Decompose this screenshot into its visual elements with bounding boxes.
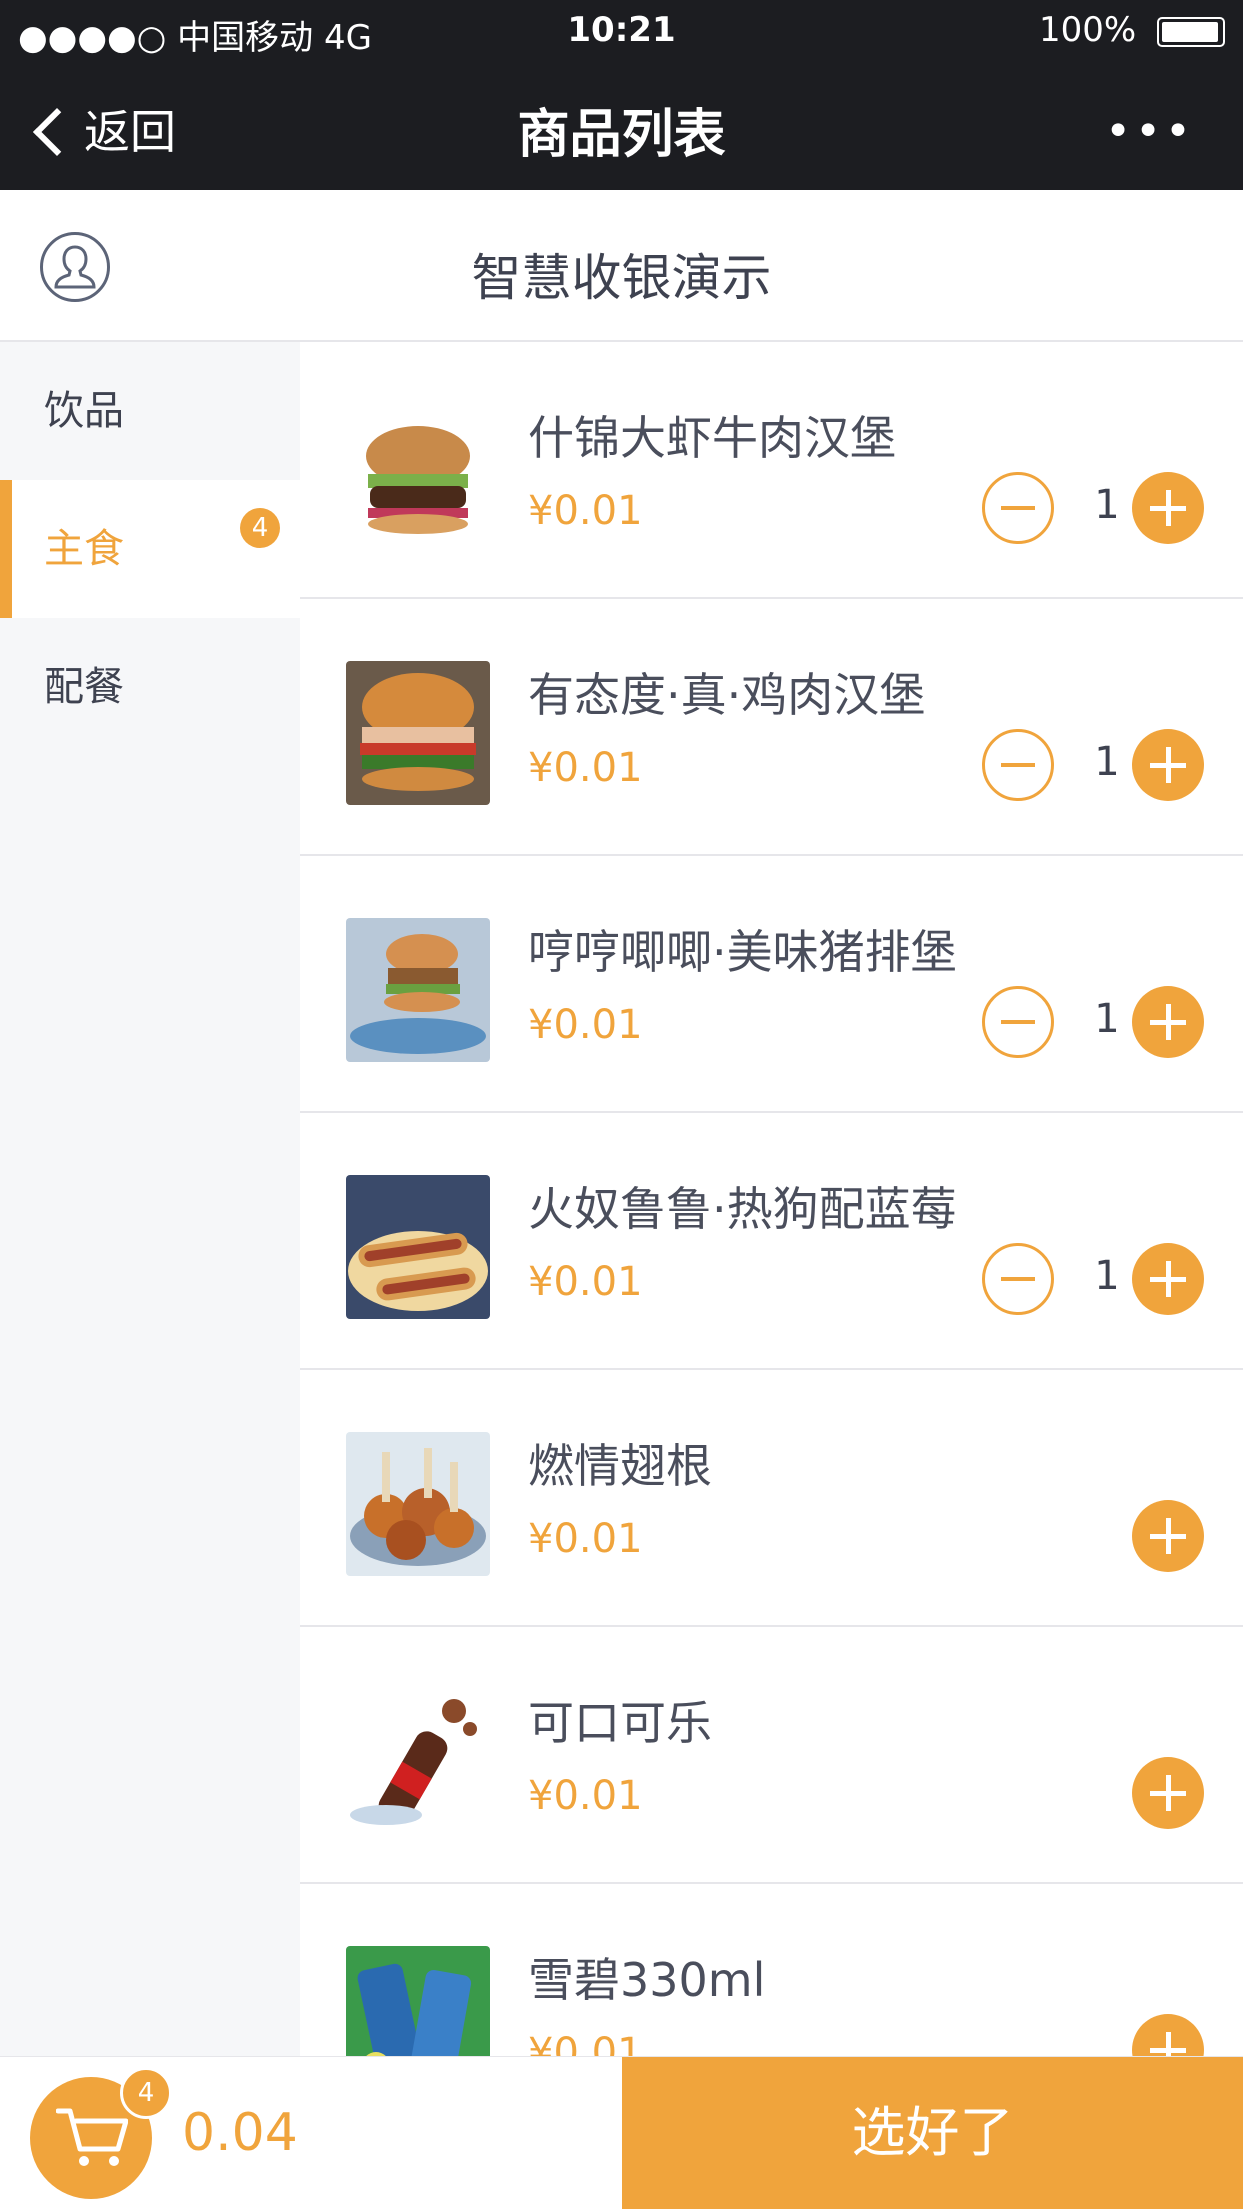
sidebar-item-drinks[interactable]: 饮品 — [0, 342, 300, 480]
list-item: 哼哼唧唧·美味猪排堡 ¥0.01 1 — [300, 856, 1243, 1113]
sidebar-item-main-food[interactable]: 主食 4 — [0, 480, 300, 618]
quantity-value: 1 — [1094, 1253, 1120, 1299]
plus-icon[interactable] — [1132, 2014, 1204, 2056]
minus-icon[interactable] — [982, 1243, 1054, 1315]
list-item: 什锦大虾牛肉汉堡 ¥0.01 1 — [300, 342, 1243, 599]
cart-count-badge: 4 — [120, 2067, 172, 2119]
plus-icon[interactable] — [1132, 472, 1204, 544]
minus-icon[interactable] — [982, 729, 1054, 801]
list-item: 燃情翅根 ¥0.01 — [300, 1370, 1243, 1627]
product-list: 什锦大虾牛肉汉堡 ¥0.01 1 有态度·真·鸡肉汉堡 ¥0.01 1 哼哼唧唧… — [300, 342, 1243, 2056]
product-name: 火奴鲁鲁·热狗配蓝莓 — [528, 1182, 957, 1236]
cart-icon — [56, 2108, 128, 2166]
plus-icon[interactable] — [1132, 1500, 1204, 1572]
product-image[interactable] — [346, 1432, 490, 1576]
list-item: 有态度·真·鸡肉汉堡 ¥0.01 1 — [300, 599, 1243, 856]
checkout-button[interactable]: 选好了 — [622, 2057, 1243, 2209]
product-image[interactable] — [346, 404, 490, 548]
product-name: 燃情翅根 — [528, 1439, 712, 1493]
cart-total: 0.04 — [182, 2103, 298, 2163]
quantity-value: 1 — [1094, 996, 1120, 1042]
category-sidebar: 饮品 主食 4 配餐 — [0, 342, 300, 2056]
plus-icon[interactable] — [1132, 986, 1204, 1058]
product-image[interactable] — [346, 1689, 490, 1833]
battery-percent: 100% — [1038, 10, 1137, 50]
plus-icon[interactable] — [1132, 1243, 1204, 1315]
page-title: 商品列表 — [517, 105, 726, 165]
chevron-left-icon — [32, 107, 82, 156]
plus-icon[interactable] — [1132, 1757, 1204, 1829]
more-button[interactable]: ••• — [1105, 106, 1195, 157]
cart-bar: 4 0.04 选好了 — [0, 2056, 1243, 2209]
back-label: 返回 — [84, 105, 176, 159]
product-price: ¥0.01 — [528, 745, 643, 791]
category-count-badge: 4 — [240, 508, 280, 548]
plus-icon[interactable] — [1132, 729, 1204, 801]
quantity-value: 1 — [1094, 482, 1120, 528]
product-image[interactable] — [346, 661, 490, 805]
minus-icon[interactable] — [982, 986, 1054, 1058]
sidebar-item-sides[interactable]: 配餐 — [0, 618, 300, 756]
list-item: 可口可乐 ¥0.01 — [300, 1627, 1243, 1884]
product-price: ¥0.01 — [528, 1259, 643, 1305]
product-name: 什锦大虾牛肉汉堡 — [528, 411, 896, 465]
product-name: 有态度·真·鸡肉汉堡 — [528, 668, 926, 722]
list-item: 雪碧330ml ¥0.01 — [300, 1884, 1243, 2056]
product-price: ¥0.01 — [528, 488, 643, 534]
product-name: 雪碧330ml — [528, 1953, 766, 2007]
shop-header: 智慧收银演示 — [0, 190, 1243, 342]
quantity-value: 1 — [1094, 739, 1120, 785]
product-image[interactable] — [346, 1175, 490, 1319]
product-price: ¥0.01 — [528, 1773, 643, 1819]
back-button[interactable]: 返回 — [32, 96, 176, 162]
sidebar-item-label: 配餐 — [44, 664, 124, 710]
sidebar-item-label: 饮品 — [44, 388, 124, 434]
product-image[interactable] — [346, 1946, 490, 2056]
user-avatar-icon[interactable] — [40, 232, 110, 302]
shop-name: 智慧收银演示 — [471, 249, 772, 307]
list-item: 火奴鲁鲁·热狗配蓝莓 ¥0.01 1 — [300, 1113, 1243, 1370]
sidebar-item-label: 主食 — [44, 526, 124, 572]
product-price: ¥0.01 — [528, 1002, 643, 1048]
product-name: 可口可乐 — [528, 1696, 712, 1750]
status-bar: ●●●●○ 中国移动 4G 10:21 100% — [0, 0, 1243, 62]
minus-icon[interactable] — [982, 472, 1054, 544]
nav-bar: 返回 商品列表 ••• — [0, 62, 1243, 190]
battery-icon — [1157, 16, 1225, 47]
product-price: ¥0.01 — [528, 1516, 643, 1562]
product-image[interactable] — [346, 918, 490, 1062]
product-name: 哼哼唧唧·美味猪排堡 — [528, 925, 957, 979]
product-price: ¥0.01 — [528, 2030, 643, 2056]
status-battery: 100% — [1039, 10, 1225, 50]
